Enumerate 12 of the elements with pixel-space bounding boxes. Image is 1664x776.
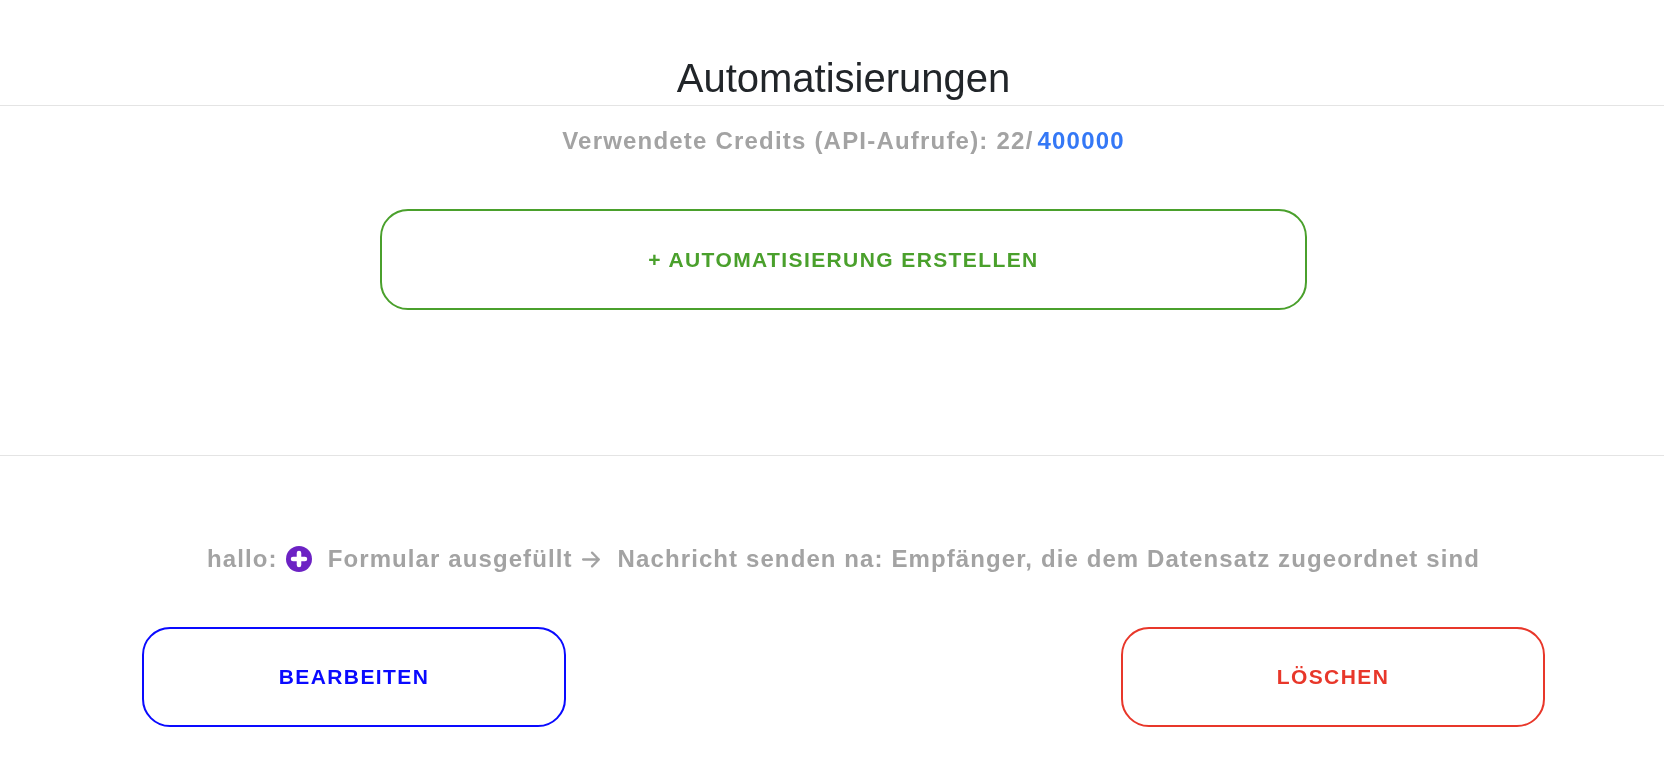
action-label: Nachricht senden na: Empfänger, die dem Datensatz zugeordnet sind bbox=[617, 544, 1480, 574]
edit-button[interactable]: BEARBEITEN bbox=[142, 627, 566, 727]
arrow-right-icon bbox=[580, 549, 602, 569]
credits-limit: 400000 bbox=[1037, 126, 1125, 156]
credits-used: 22/ bbox=[996, 126, 1034, 156]
trigger-label: Formular ausgefüllt bbox=[327, 544, 573, 574]
page-title: Automatisierungen bbox=[676, 55, 1011, 102]
delete-button[interactable]: LÖSCHEN bbox=[1121, 627, 1545, 727]
create-automation-button[interactable]: + AUTOMATISIERUNG ERSTELLEN bbox=[380, 209, 1307, 310]
credits-label: Verwendete Credits (API-Aufrufe): bbox=[562, 126, 989, 156]
automation-name: hallo: bbox=[207, 544, 278, 574]
plus-circle-icon bbox=[285, 546, 312, 572]
